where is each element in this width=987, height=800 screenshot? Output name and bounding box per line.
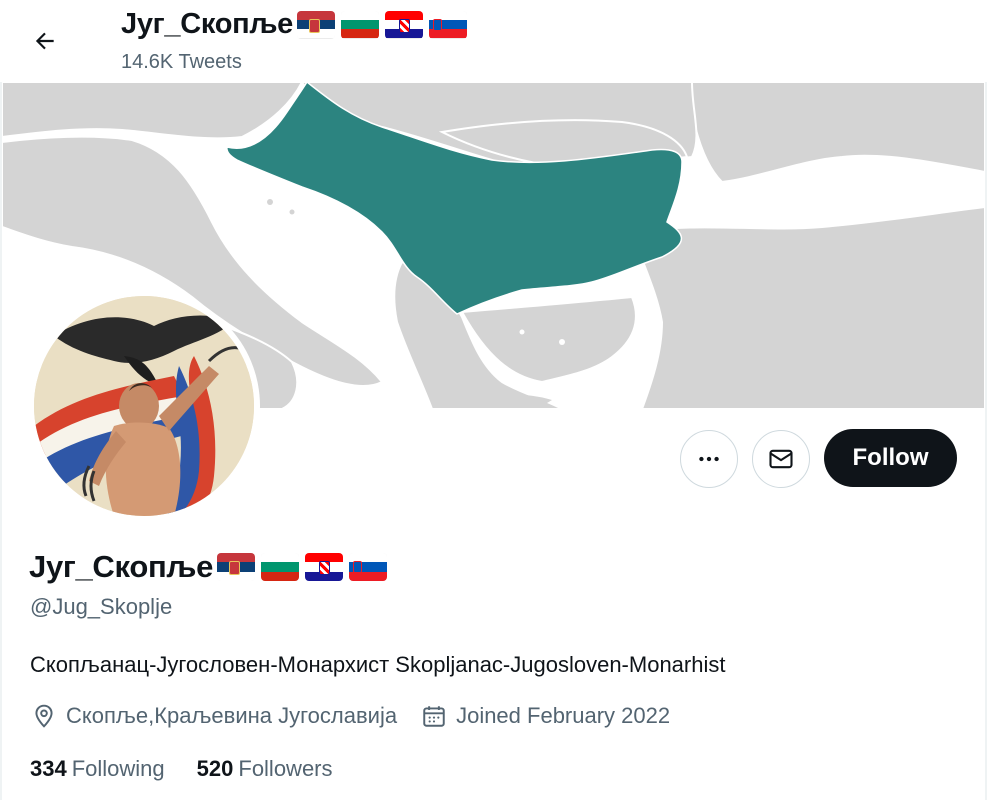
followers-label: Followers [238, 756, 333, 781]
more-icon [699, 456, 719, 462]
profile-display-name: Југ_Скопље [29, 549, 214, 584]
slovenia-flag-icon [349, 553, 388, 581]
bulgaria-flag-icon [261, 553, 300, 581]
header-display-name: Југ_Скопље [121, 8, 293, 40]
serbia-flag-icon [297, 10, 335, 39]
message-button[interactable] [752, 430, 810, 488]
slovenia-flag-icon [429, 10, 467, 39]
profile-stats-row: 334 Following 520 Followers [30, 756, 333, 782]
profile-joined-date: Joined February 2022 [456, 703, 671, 728]
location-item: Скопље,Краљевина Југославија [31, 703, 397, 729]
profile-header-bar: Југ_Скопље 14.6K Tweets [0, 0, 987, 82]
envelope-icon [769, 449, 793, 469]
serbia-flag-icon [217, 553, 256, 581]
avatar-image [34, 296, 254, 516]
more-options-button[interactable] [680, 430, 738, 488]
calendar-icon [423, 706, 445, 727]
location-pin-icon [35, 704, 53, 728]
croatia-flag-icon [305, 553, 344, 581]
profile-name-row: Југ_Скопље [29, 549, 388, 585]
profile-avatar[interactable] [28, 290, 260, 522]
croatia-flag-icon [385, 10, 423, 39]
profile-bio: Скопљанац-Југословен-Монархист Skopljana… [30, 652, 726, 677]
joined-item: Joined February 2022 [421, 703, 670, 729]
followers-link[interactable]: 520 Followers [197, 756, 333, 782]
tweet-count: 14.6K Tweets [121, 51, 242, 73]
bulgaria-flag-icon [341, 10, 379, 39]
header-title-row: Југ_Скопље [121, 8, 467, 41]
header-flag-emojis [297, 10, 467, 39]
following-label: Following [71, 756, 165, 781]
followers-count: 520 [196, 756, 234, 781]
follow-button[interactable]: Follow [824, 429, 957, 487]
profile-meta-row: Скопље,Краљевина Југославија Joined Febr… [31, 703, 670, 729]
following-link[interactable]: 334 Following [30, 756, 165, 782]
back-arrow-icon [35, 32, 54, 50]
profile-flag-emojis [217, 553, 388, 581]
back-button[interactable] [22, 18, 68, 64]
profile-location: Скопље,Краљевина Југославија [66, 703, 398, 728]
following-count: 334 [30, 756, 67, 781]
profile-handle: @Jug_Skoplje [30, 594, 173, 619]
